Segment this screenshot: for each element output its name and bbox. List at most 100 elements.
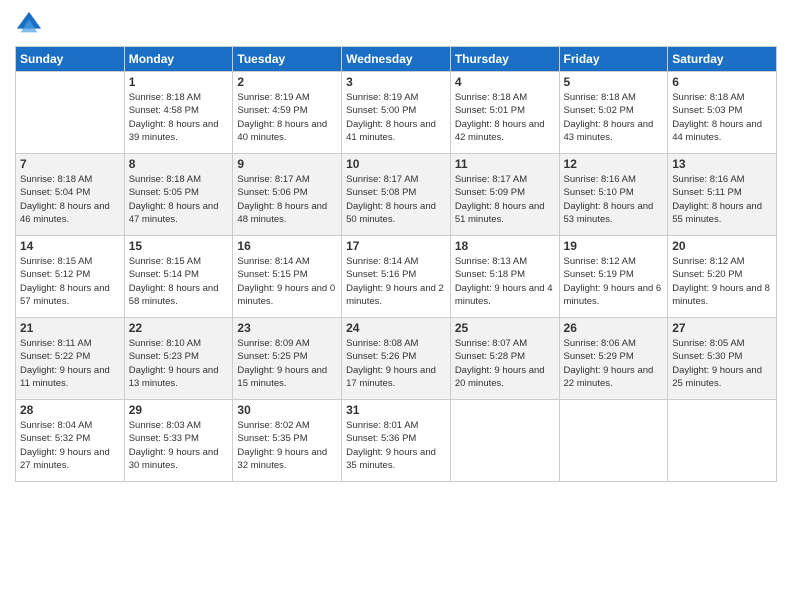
day-cell: 7 Sunrise: 8:18 AMSunset: 5:04 PMDaylight… bbox=[16, 154, 125, 236]
day-header-wednesday: Wednesday bbox=[342, 47, 451, 72]
day-cell: 19Sunrise: 8:12 AMSunset: 5:19 PMDayligh… bbox=[559, 236, 668, 318]
header-row: SundayMondayTuesdayWednesdayThursdayFrid… bbox=[16, 47, 777, 72]
day-number: 11 bbox=[455, 157, 555, 171]
day-cell: 9 Sunrise: 8:17 AMSunset: 5:06 PMDaylight… bbox=[233, 154, 342, 236]
day-info: Sunrise: 8:18 AMSunset: 5:04 PMDaylight:… bbox=[20, 173, 120, 226]
day-cell bbox=[16, 72, 125, 154]
day-cell: 27 Sunrise: 8:05 AMSunset: 5:30 PMDayligh… bbox=[668, 318, 777, 400]
day-header-saturday: Saturday bbox=[668, 47, 777, 72]
day-number: 21 bbox=[20, 321, 120, 335]
day-header-monday: Monday bbox=[124, 47, 233, 72]
day-cell bbox=[559, 400, 668, 482]
day-number: 28 bbox=[20, 403, 120, 417]
day-number: 31 bbox=[346, 403, 446, 417]
day-cell: 11Sunrise: 8:17 AMSunset: 5:09 PMDayligh… bbox=[450, 154, 559, 236]
day-cell: 22Sunrise: 8:10 AMSunset: 5:23 PMDayligh… bbox=[124, 318, 233, 400]
day-info: Sunrise: 8:18 AMSunset: 5:05 PMDaylight:… bbox=[129, 173, 229, 226]
day-info: Sunrise: 8:05 AMSunset: 5:30 PMDaylight:… bbox=[672, 337, 772, 390]
day-info: Sunrise: 8:16 AMSunset: 5:10 PMDaylight:… bbox=[564, 173, 664, 226]
day-number: 18 bbox=[455, 239, 555, 253]
day-info: Sunrise: 8:01 AMSunset: 5:36 PMDaylight:… bbox=[346, 419, 446, 472]
day-cell: 21 Sunrise: 8:11 AMSunset: 5:22 PMDayligh… bbox=[16, 318, 125, 400]
day-number: 16 bbox=[237, 239, 337, 253]
day-cell: 14Sunrise: 8:15 AMSunset: 5:12 PMDayligh… bbox=[16, 236, 125, 318]
day-cell: 24Sunrise: 8:08 AMSunset: 5:26 PMDayligh… bbox=[342, 318, 451, 400]
day-number: 8 bbox=[129, 157, 229, 171]
day-header-sunday: Sunday bbox=[16, 47, 125, 72]
day-header-tuesday: Tuesday bbox=[233, 47, 342, 72]
day-cell: 3 Sunrise: 8:19 AMSunset: 5:00 PMDaylight… bbox=[342, 72, 451, 154]
day-cell: 25 Sunrise: 8:07 AMSunset: 5:28 PMDayligh… bbox=[450, 318, 559, 400]
day-number: 3 bbox=[346, 75, 446, 89]
day-info: Sunrise: 8:19 AMSunset: 5:00 PMDaylight:… bbox=[346, 91, 446, 144]
day-info: Sunrise: 8:15 AMSunset: 5:14 PMDaylight:… bbox=[129, 255, 229, 308]
day-number: 5 bbox=[564, 75, 664, 89]
day-info: Sunrise: 8:12 AMSunset: 5:20 PMDaylight:… bbox=[672, 255, 772, 308]
day-number: 15 bbox=[129, 239, 229, 253]
day-cell bbox=[668, 400, 777, 482]
day-number: 29 bbox=[129, 403, 229, 417]
day-number: 4 bbox=[455, 75, 555, 89]
day-number: 24 bbox=[346, 321, 446, 335]
day-cell: 17 Sunrise: 8:14 AMSunset: 5:16 PMDayligh… bbox=[342, 236, 451, 318]
day-number: 20 bbox=[672, 239, 772, 253]
day-number: 23 bbox=[237, 321, 337, 335]
day-cell: 20 Sunrise: 8:12 AMSunset: 5:20 PMDayligh… bbox=[668, 236, 777, 318]
day-info: Sunrise: 8:18 AMSunset: 5:03 PMDaylight:… bbox=[672, 91, 772, 144]
day-cell: 29 Sunrise: 8:03 AMSunset: 5:33 PMDayligh… bbox=[124, 400, 233, 482]
day-info: Sunrise: 8:18 AMSunset: 5:01 PMDaylight:… bbox=[455, 91, 555, 144]
day-info: Sunrise: 8:18 AMSunset: 4:58 PMDaylight:… bbox=[129, 91, 229, 144]
logo-icon bbox=[15, 10, 43, 38]
day-cell: 12 Sunrise: 8:16 AMSunset: 5:10 PMDayligh… bbox=[559, 154, 668, 236]
day-info: Sunrise: 8:14 AMSunset: 5:16 PMDaylight:… bbox=[346, 255, 446, 308]
day-cell: 1 Sunrise: 8:18 AMSunset: 4:58 PMDaylight… bbox=[124, 72, 233, 154]
day-info: Sunrise: 8:18 AMSunset: 5:02 PMDaylight:… bbox=[564, 91, 664, 144]
day-cell: 6 Sunrise: 8:18 AMSunset: 5:03 PMDaylight… bbox=[668, 72, 777, 154]
day-cell: 23Sunrise: 8:09 AMSunset: 5:25 PMDayligh… bbox=[233, 318, 342, 400]
day-number: 1 bbox=[129, 75, 229, 89]
day-cell: 31 Sunrise: 8:01 AMSunset: 5:36 PMDayligh… bbox=[342, 400, 451, 482]
day-cell: 4 Sunrise: 8:18 AMSunset: 5:01 PMDaylight… bbox=[450, 72, 559, 154]
day-cell: 16 Sunrise: 8:14 AMSunset: 5:15 PMDayligh… bbox=[233, 236, 342, 318]
day-cell: 28 Sunrise: 8:04 AMSunset: 5:32 PMDayligh… bbox=[16, 400, 125, 482]
day-number: 6 bbox=[672, 75, 772, 89]
day-info: Sunrise: 8:12 AMSunset: 5:19 PMDaylight:… bbox=[564, 255, 664, 308]
week-row-3: 21 Sunrise: 8:11 AMSunset: 5:22 PMDayligh… bbox=[16, 318, 777, 400]
day-info: Sunrise: 8:04 AMSunset: 5:32 PMDaylight:… bbox=[20, 419, 120, 472]
day-number: 2 bbox=[237, 75, 337, 89]
day-number: 7 bbox=[20, 157, 120, 171]
day-cell: 30Sunrise: 8:02 AMSunset: 5:35 PMDayligh… bbox=[233, 400, 342, 482]
calendar-table: SundayMondayTuesdayWednesdayThursdayFrid… bbox=[15, 46, 777, 482]
day-cell: 26Sunrise: 8:06 AMSunset: 5:29 PMDayligh… bbox=[559, 318, 668, 400]
day-cell: 15 Sunrise: 8:15 AMSunset: 5:14 PMDayligh… bbox=[124, 236, 233, 318]
day-cell: 13Sunrise: 8:16 AMSunset: 5:11 PMDayligh… bbox=[668, 154, 777, 236]
day-info: Sunrise: 8:11 AMSunset: 5:22 PMDaylight:… bbox=[20, 337, 120, 390]
day-cell: 5 Sunrise: 8:18 AMSunset: 5:02 PMDaylight… bbox=[559, 72, 668, 154]
page: SundayMondayTuesdayWednesdayThursdayFrid… bbox=[0, 0, 792, 612]
day-info: Sunrise: 8:03 AMSunset: 5:33 PMDaylight:… bbox=[129, 419, 229, 472]
day-info: Sunrise: 8:17 AMSunset: 5:08 PMDaylight:… bbox=[346, 173, 446, 226]
day-number: 27 bbox=[672, 321, 772, 335]
day-number: 9 bbox=[237, 157, 337, 171]
day-number: 30 bbox=[237, 403, 337, 417]
day-number: 17 bbox=[346, 239, 446, 253]
day-info: Sunrise: 8:19 AMSunset: 4:59 PMDaylight:… bbox=[237, 91, 337, 144]
day-info: Sunrise: 8:13 AMSunset: 5:18 PMDaylight:… bbox=[455, 255, 555, 308]
day-number: 14 bbox=[20, 239, 120, 253]
day-cell: 10Sunrise: 8:17 AMSunset: 5:08 PMDayligh… bbox=[342, 154, 451, 236]
day-cell bbox=[450, 400, 559, 482]
day-number: 25 bbox=[455, 321, 555, 335]
day-info: Sunrise: 8:14 AMSunset: 5:15 PMDaylight:… bbox=[237, 255, 337, 308]
day-header-thursday: Thursday bbox=[450, 47, 559, 72]
week-row-1: 7 Sunrise: 8:18 AMSunset: 5:04 PMDaylight… bbox=[16, 154, 777, 236]
header bbox=[15, 10, 777, 38]
day-number: 12 bbox=[564, 157, 664, 171]
week-row-4: 28 Sunrise: 8:04 AMSunset: 5:32 PMDayligh… bbox=[16, 400, 777, 482]
day-info: Sunrise: 8:16 AMSunset: 5:11 PMDaylight:… bbox=[672, 173, 772, 226]
day-info: Sunrise: 8:07 AMSunset: 5:28 PMDaylight:… bbox=[455, 337, 555, 390]
day-header-friday: Friday bbox=[559, 47, 668, 72]
day-info: Sunrise: 8:06 AMSunset: 5:29 PMDaylight:… bbox=[564, 337, 664, 390]
week-row-0: 1 Sunrise: 8:18 AMSunset: 4:58 PMDaylight… bbox=[16, 72, 777, 154]
day-cell: 8 Sunrise: 8:18 AMSunset: 5:05 PMDaylight… bbox=[124, 154, 233, 236]
day-info: Sunrise: 8:17 AMSunset: 5:06 PMDaylight:… bbox=[237, 173, 337, 226]
